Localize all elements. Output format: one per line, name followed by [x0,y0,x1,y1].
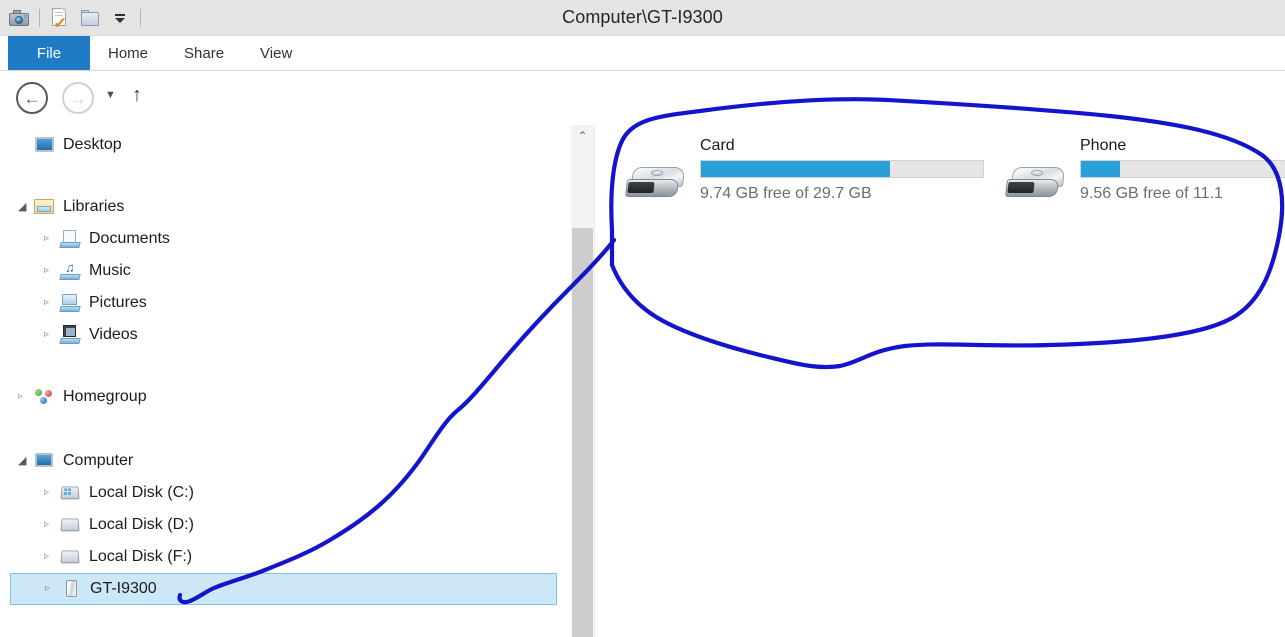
sidebar-item-computer[interactable]: ◢ Computer [0,445,571,477]
drive-tile-phone[interactable]: Phone 9.56 GB free of 11.1 [1004,137,1285,211]
expander-icon[interactable]: ▹ [18,140,34,150]
sidebar-item-documents[interactable]: ▹ Documents [0,223,571,255]
expander-icon[interactable]: ▹ [44,266,60,276]
main-content: ▹ Desktop ◢ Libraries ▹ Documents ▹ ♫ Mu… [0,125,1285,637]
expander-icon[interactable]: ▹ [44,488,60,498]
forward-arrow-icon: → [69,88,87,108]
computer-icon [34,451,56,471]
sidebar-item-label: Libraries [63,198,125,215]
back-arrow-icon: ← [23,88,41,108]
up-button[interactable]: ↑ [132,85,142,105]
sidebar-item-label: Homegroup [63,388,147,405]
sidebar-item-gt-i9300[interactable]: ▹ GT-I9300 [10,573,557,605]
documents-icon [59,229,82,249]
recent-locations-button[interactable]: ▼ [105,89,116,101]
videos-icon [59,325,82,345]
window-title: Computer\GT-I9300 [562,7,723,27]
sidebar-item-label: Computer [63,452,134,469]
expander-icon[interactable]: ▹ [45,584,61,594]
sidebar-item-libraries[interactable]: ◢ Libraries [0,191,571,223]
sidebar-item-label: Local Disk (C:) [89,484,194,501]
chevron-down-icon: ▼ [105,89,116,101]
drive-free-space: 9.74 GB free of 29.7 GB [700,184,872,202]
scroll-up-icon[interactable]: ⌃ [571,125,594,147]
up-arrow-icon: ↑ [132,84,142,106]
scrollbar-thumb[interactable] [572,228,593,637]
sidebar-item-label: Local Disk (D:) [89,516,194,533]
sidebar-item-desktop[interactable]: ▹ Desktop [0,129,571,161]
disk-f-icon [60,547,82,567]
drive-free-space: 9.56 GB free of 11.1 [1080,184,1223,202]
back-button[interactable]: ← [16,82,48,114]
desktop-icon [34,135,56,155]
title-bar: ✓ Computer\GT-I9300 [0,0,1285,36]
expander-icon[interactable]: ▹ [44,234,60,244]
expander-icon[interactable]: ▹ [44,298,60,308]
tab-view[interactable]: View [242,36,310,70]
sidebar-item-local-disk-d[interactable]: ▹ Local Disk (D:) [0,509,571,541]
sidebar-item-label: Desktop [63,136,122,153]
drive-name: Phone [1080,137,1127,154]
drive-tile-card[interactable]: Card 9.74 GB free of 29.7 GB [624,137,984,211]
capacity-bar [1080,159,1285,178]
navigation-pane: ▹ Desktop ◢ Libraries ▹ Documents ▹ ♫ Mu… [0,125,571,637]
tab-share[interactable]: Share [166,36,242,70]
disk-c-icon [60,483,82,503]
disk-d-icon [60,515,82,535]
capacity-bar [700,159,984,178]
libraries-icon [34,197,56,217]
forward-button[interactable]: → [62,82,94,114]
expander-open-icon[interactable]: ◢ [18,201,34,213]
address-toolbar: ← → ▼ ↑ ▸ Computer ▸ GT-I9300 [0,71,1285,186]
sidebar-item-label: Pictures [89,294,147,311]
tab-file[interactable]: File [8,36,90,70]
ribbon-tabs: File Home Share View [0,36,1285,71]
sidebar-item-label: Local Disk (F:) [89,548,193,565]
phone-icon [61,579,83,599]
capacity-bar-fill [1081,160,1121,177]
sidebar-item-local-disk-c[interactable]: ▹ Local Disk (C:) [0,477,571,509]
expander-open-icon[interactable]: ◢ [18,455,34,467]
expander-icon[interactable]: ▹ [44,520,60,530]
sidebar-item-label: Documents [89,230,170,247]
music-icon: ♫ [59,261,82,281]
sidebar-item-local-disk-f[interactable]: ▹ Local Disk (F:) [0,541,571,573]
expander-icon[interactable]: ▹ [44,552,60,562]
sidebar-item-pictures[interactable]: ▹ Pictures [0,287,571,319]
portable-drive-icon [624,159,688,211]
homegroup-icon [34,387,56,407]
sidebar-item-homegroup[interactable]: ▹ Homegroup [0,381,571,413]
expander-icon[interactable]: ▹ [18,392,34,402]
sidebar-item-music[interactable]: ▹ ♫ Music [0,255,571,287]
sidebar-item-label: GT-I9300 [90,580,157,597]
capacity-bar-fill [701,160,890,177]
portable-drive-icon [1004,159,1068,211]
navigation-pane-scrollbar[interactable]: ⌃ [571,125,595,637]
sidebar-item-label: Videos [89,326,138,343]
tab-home[interactable]: Home [90,36,166,70]
sidebar-item-label: Music [89,262,131,279]
expander-icon[interactable]: ▹ [44,330,60,340]
drive-name: Card [700,137,735,154]
file-list-pane: Card 9.74 GB free of 29.7 GB Phone 9.56 … [596,125,1285,637]
pictures-icon [59,293,82,313]
sidebar-item-videos[interactable]: ▹ Videos [0,319,571,351]
